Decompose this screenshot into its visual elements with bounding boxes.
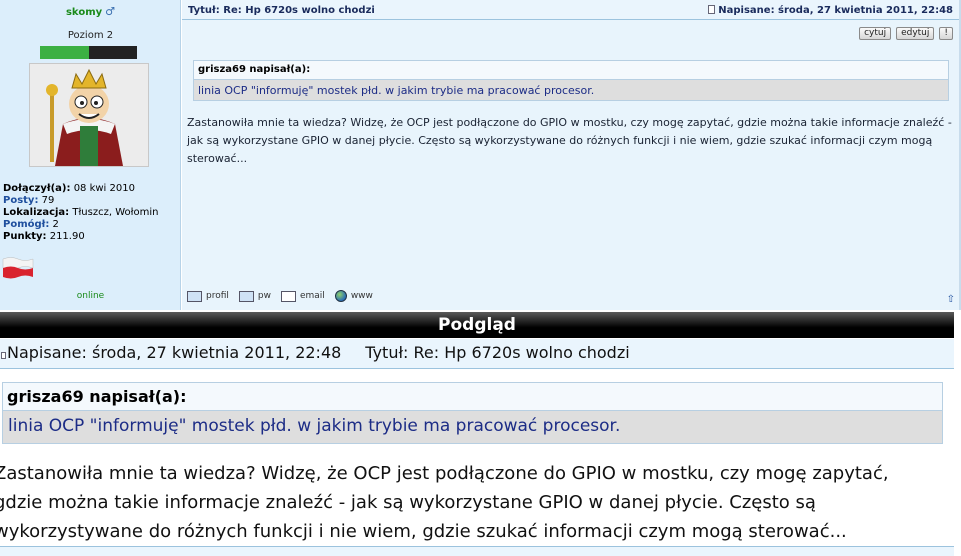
profile-links: profil pw email www [187,290,373,302]
profile-link[interactable]: profil [187,290,229,302]
preview-quote-block: grisza69 napisał(a): linia OCP "informuj… [2,382,943,444]
post-doc-icon[interactable] [708,5,716,14]
online-status: online [76,291,105,301]
preview-panel: Podgląd Napisane: środa, 27 kwietnia 201… [0,310,954,556]
stat-points: Punkty: 211.90 [3,231,85,242]
preview-body: Zastanowiła mnie ta wiedza? Widzę, że OC… [0,459,952,546]
stat-helped: Pomógł: 2 [3,219,59,230]
profile-icon [187,290,202,302]
globe-icon [334,290,347,302]
private-message-icon [238,290,254,302]
poland-flag-icon [2,257,34,279]
report-button[interactable]: ! [939,27,953,40]
rank-progress-bar [40,46,137,59]
forum-post: skomy ♂ Poziom 2 Dołączył(a): 08 kwi 201… [0,0,961,310]
avatar [29,63,149,167]
preview-date: Napisane: środa, 27 kwietnia 2011, 22:48 [7,343,342,362]
edit-button[interactable]: edytuj [896,27,935,40]
post-body: Zastanowiła mnie ta wiedza? Widzę, że OC… [187,116,952,165]
post-date: Napisane: środa, 27 kwietnia 2011, 22:48 [708,5,953,16]
preview-body-line: gdzie można takie informacje znaleźć - j… [0,492,816,513]
user-stats: Dołączył(a): 08 kwi 2010 Posty: 79 Lokal… [3,183,158,243]
www-link[interactable]: www [334,290,373,302]
post-header: Tytuł: Re: Hp 6720s wolno chodzi Napisan… [182,0,959,20]
stat-location: Lokalizacja: Tłuszcz, Wołomin [3,207,159,218]
back-to-top-icon[interactable]: ⇧ [947,294,955,305]
quote-block: grisza69 napisał(a): linia OCP "informuj… [193,60,949,101]
preview-quote-text: linia OCP "informuję" mostek płd. w jaki… [3,410,942,443]
stat-joined: Dołączył(a): 08 kwi 2010 [3,183,135,194]
stat-posts: Posty: 79 [3,195,55,206]
post-title: Tytuł: Re: Hp 6720s wolno chodzi [188,5,375,16]
preview-body-line: wykorzystywane do różnych funkcji i nie … [0,521,847,542]
quote-text: linia OCP "informuję" mostek płd. w jaki… [194,79,948,100]
preview-info: Napisane: środa, 27 kwietnia 2011, 22:48… [0,339,954,369]
preview-header: Podgląd [0,312,954,338]
username[interactable]: skomy [66,7,102,18]
user-rank: Poziom 2 [67,30,114,41]
preview-doc-icon [1,352,6,359]
post-buttons: cytuj edytuj ! [859,27,953,40]
preview-footer [0,546,954,556]
email-link[interactable]: email [280,290,325,302]
rank-progress-fill [40,46,89,59]
quote-button[interactable]: cytuj [859,27,892,40]
preview-quote-author: grisza69 napisał(a): [7,387,187,406]
preview-title: Tytuł: Re: Hp 6720s wolno chodzi [365,343,630,362]
envelope-icon [280,290,296,302]
preview-body-line: Zastanowiła mnie ta wiedza? Widzę, że OC… [0,463,889,484]
male-symbol-icon: ♂ [105,5,116,18]
post-content: Tytuł: Re: Hp 6720s wolno chodzi Napisan… [182,0,961,310]
username-line: skomy ♂ [0,5,181,18]
pm-link[interactable]: pw [238,290,271,302]
quote-author: grisza69 napisał(a): [198,64,311,75]
user-panel: skomy ♂ Poziom 2 Dołączył(a): 08 kwi 201… [0,0,181,310]
